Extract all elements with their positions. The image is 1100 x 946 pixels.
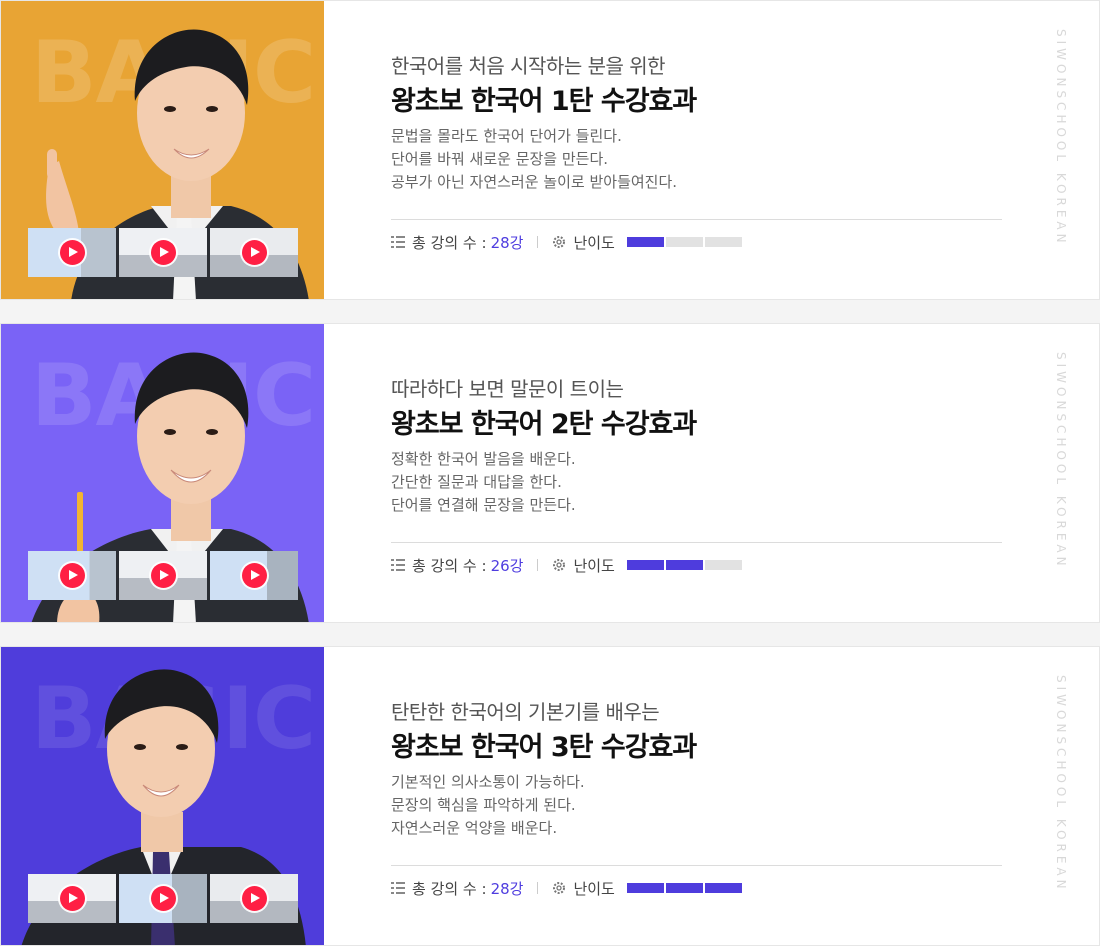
- brand-vertical-text: SIWONSCHOOL KOREAN: [1054, 29, 1068, 247]
- course-card-2: BASIC 2: [0, 323, 1100, 623]
- description-line: 문법을 몰라도 한국어 단어가 들린다.: [391, 127, 622, 145]
- difficulty-label: 난이도: [573, 879, 615, 898]
- gear-icon: [553, 236, 566, 248]
- divider: [391, 542, 1002, 543]
- course-subtitle: 한국어를 처음 시작하는 분을 위한: [391, 54, 666, 78]
- play-icon[interactable]: [151, 240, 176, 265]
- divider: [537, 236, 539, 248]
- gear-icon: [553, 882, 566, 894]
- description-line: 문장의 핵심을 파악하게 된다.: [391, 796, 576, 814]
- difficulty-bar-empty: [665, 237, 703, 247]
- lesson-count-label: 총 강의 수 :: [412, 556, 487, 575]
- play-icon[interactable]: [151, 886, 176, 911]
- difficulty-bar-filled: [704, 883, 742, 893]
- course-info: 한국어를 처음 시작하는 분을 위한 왕초보 한국어 1탄 수강효과 문법을 몰…: [391, 1, 1003, 299]
- course-subtitle: 탄탄한 한국어의 기본기를 배우는: [391, 700, 660, 724]
- description-line: 자연스러운 억양을 배운다.: [391, 819, 558, 837]
- difficulty-bar-empty: [704, 237, 742, 247]
- play-icon[interactable]: [60, 240, 85, 265]
- video-thumbnail[interactable]: [119, 228, 207, 277]
- description-line: 간단한 질문과 대답을 한다.: [391, 473, 562, 491]
- difficulty-label: 난이도: [573, 556, 615, 575]
- video-thumbnail[interactable]: [28, 874, 116, 923]
- difficulty-bar-filled: [665, 883, 703, 893]
- lesson-count-value: 26강: [490, 556, 524, 575]
- lesson-count-value: 28강: [490, 233, 524, 252]
- course-info: 따라하다 보면 말문이 트이는 왕초보 한국어 2탄 수강효과 정확한 한국어 …: [391, 324, 1003, 622]
- video-thumbnail[interactable]: [210, 551, 298, 600]
- divider: [391, 219, 1002, 220]
- difficulty-meter: [626, 560, 744, 570]
- video-thumbnail[interactable]: [210, 228, 298, 277]
- course-title: 왕초보 한국어 3탄 수강효과: [391, 732, 697, 763]
- list-icon: [391, 236, 405, 248]
- video-thumbnail[interactable]: [28, 551, 116, 600]
- video-thumbnails: [28, 874, 298, 923]
- brand-vertical-text: SIWONSCHOOL KOREAN: [1054, 675, 1068, 893]
- video-thumbnails: [28, 551, 298, 600]
- play-icon[interactable]: [242, 886, 267, 911]
- play-icon[interactable]: [151, 563, 176, 588]
- play-icon[interactable]: [242, 240, 267, 265]
- course-photo: BASIC 2: [1, 324, 324, 622]
- course-photo: BASIC 3: [1, 647, 324, 945]
- video-thumbnails: [28, 228, 298, 277]
- divider: [537, 882, 539, 894]
- list-icon: [391, 559, 405, 571]
- difficulty-bar-filled: [626, 560, 664, 570]
- course-meta: 총 강의 수 : 26강 난이도: [391, 555, 744, 575]
- difficulty-label: 난이도: [573, 233, 615, 252]
- course-card-3: BASIC 3 탄탄한: [0, 646, 1100, 946]
- course-description: 문법을 몰라도 한국어 단어가 들린다. 단어를 바꿔 새로운 문장을 만든다.…: [391, 125, 677, 194]
- course-title: 왕초보 한국어 2탄 수강효과: [391, 409, 697, 440]
- course-title: 왕초보 한국어 1탄 수강효과: [391, 86, 697, 117]
- difficulty-meter: [626, 237, 744, 247]
- difficulty-meter: [626, 883, 744, 893]
- list-icon: [391, 882, 405, 894]
- brand-vertical-text: SIWONSCHOOL KOREAN: [1054, 352, 1068, 570]
- description-line: 정확한 한국어 발음을 배운다.: [391, 450, 576, 468]
- lesson-count-value: 28강: [490, 879, 524, 898]
- video-thumbnail[interactable]: [210, 874, 298, 923]
- video-thumbnail[interactable]: [119, 551, 207, 600]
- course-subtitle: 따라하다 보면 말문이 트이는: [391, 377, 624, 401]
- course-meta: 총 강의 수 : 28강 난이도: [391, 878, 744, 898]
- course-photo: BASIC 1: [1, 1, 324, 299]
- divider: [537, 559, 539, 571]
- course-description: 기본적인 의사소통이 가능하다. 문장의 핵심을 파악하게 된다. 자연스러운 …: [391, 771, 585, 840]
- course-meta: 총 강의 수 : 28강 난이도: [391, 232, 744, 252]
- difficulty-bar-filled: [626, 883, 664, 893]
- play-icon[interactable]: [60, 563, 85, 588]
- description-line: 단어를 연결해 문장을 만든다.: [391, 496, 576, 514]
- description-line: 공부가 아닌 자연스러운 놀이로 받아들여진다.: [391, 173, 678, 191]
- course-info: 탄탄한 한국어의 기본기를 배우는 왕초보 한국어 3탄 수강효과 기본적인 의…: [391, 647, 1003, 945]
- course-card-1: BASIC 1: [0, 0, 1100, 300]
- lesson-count-label: 총 강의 수 :: [412, 879, 487, 898]
- difficulty-bar-filled: [626, 237, 664, 247]
- difficulty-bar-filled: [665, 560, 703, 570]
- gear-icon: [553, 559, 566, 571]
- video-thumbnail[interactable]: [28, 228, 116, 277]
- play-icon[interactable]: [60, 886, 85, 911]
- video-thumbnail[interactable]: [119, 874, 207, 923]
- lesson-count-label: 총 강의 수 :: [412, 233, 487, 252]
- description-line: 기본적인 의사소통이 가능하다.: [391, 773, 585, 791]
- difficulty-bar-empty: [704, 560, 742, 570]
- course-description: 정확한 한국어 발음을 배운다. 간단한 질문과 대답을 한다. 단어를 연결해…: [391, 448, 576, 517]
- play-icon[interactable]: [242, 563, 267, 588]
- description-line: 단어를 바꿔 새로운 문장을 만든다.: [391, 150, 609, 168]
- divider: [391, 865, 1002, 866]
